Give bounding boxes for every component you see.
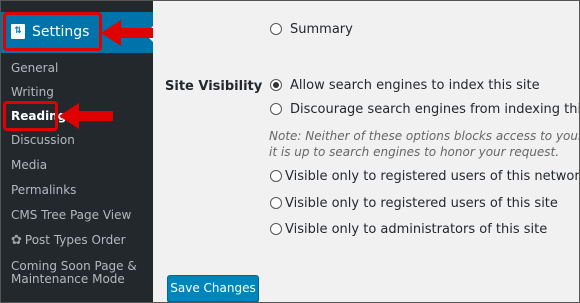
annotation-arrow-icon — [59, 103, 113, 129]
post-types-order-icon: ✿ — [11, 233, 22, 248]
submenu-item-post-types-order[interactable]: ✿ Post Types Order — [11, 233, 126, 248]
radio-button[interactable] — [270, 103, 282, 115]
submenu-item-coming-soon[interactable]: Coming Soon Page & Maintenance Mode — [11, 260, 137, 286]
site-users-option[interactable]: Visible only to registered users of this… — [270, 196, 558, 211]
summary-option[interactable]: Summary — [270, 22, 353, 37]
submenu-item-cms-tree-page-view[interactable]: CMS Tree Page View — [11, 208, 131, 223]
radio-button[interactable] — [270, 223, 282, 235]
submenu-item-writing[interactable]: Writing — [11, 85, 54, 100]
site-visibility-label: Site Visibility — [165, 79, 263, 94]
radio-button-checked[interactable] — [270, 79, 282, 91]
network-users-option[interactable]: Visible only to registered users of this… — [270, 169, 580, 184]
radio-button[interactable] — [270, 170, 282, 182]
option-label: Visible only to registered users of this… — [285, 196, 558, 211]
option-label: Visible only to administrators of this s… — [285, 222, 548, 237]
screenshot-frame: ⇅ Settings General Writing Reading Discu… — [0, 0, 580, 303]
visibility-note: Note: Neither of these options blocks ac… — [269, 128, 580, 160]
save-changes-button[interactable]: Save Changes — [167, 275, 259, 302]
administrators-option[interactable]: Visible only to administrators of this s… — [270, 222, 547, 237]
option-label: Allow search engines to index this site — [290, 78, 540, 93]
allow-indexing-option[interactable]: Allow search engines to index this site — [270, 78, 540, 93]
option-label: Discourage search engines from indexing … — [290, 102, 579, 117]
submenu-item-discussion[interactable]: Discussion — [11, 133, 75, 148]
radio-button[interactable] — [270, 197, 282, 209]
settings-highlight-box — [3, 12, 102, 51]
reading-highlight-box — [3, 101, 58, 131]
option-label: Summary — [290, 22, 353, 37]
submenu-item-label: Post Types Order — [24, 233, 126, 247]
submenu-item-label-line2: Maintenance Mode — [11, 272, 125, 286]
discourage-indexing-option[interactable]: Discourage search engines from indexing … — [270, 102, 579, 117]
submenu-item-media[interactable]: Media — [11, 158, 47, 173]
annotation-arrow-icon — [101, 20, 153, 46]
submenu-item-general[interactable]: General — [11, 61, 58, 76]
option-label: Visible only to registered users of this… — [285, 169, 580, 184]
reading-settings-content: Summary Site Visibility Allow search eng… — [153, 1, 579, 302]
note-line: it is up to search engines to honor your… — [269, 145, 560, 159]
note-line: Note: Neither of these options blocks ac… — [269, 129, 580, 143]
radio-button[interactable] — [270, 23, 282, 35]
submenu-item-permalinks[interactable]: Permalinks — [11, 183, 76, 198]
